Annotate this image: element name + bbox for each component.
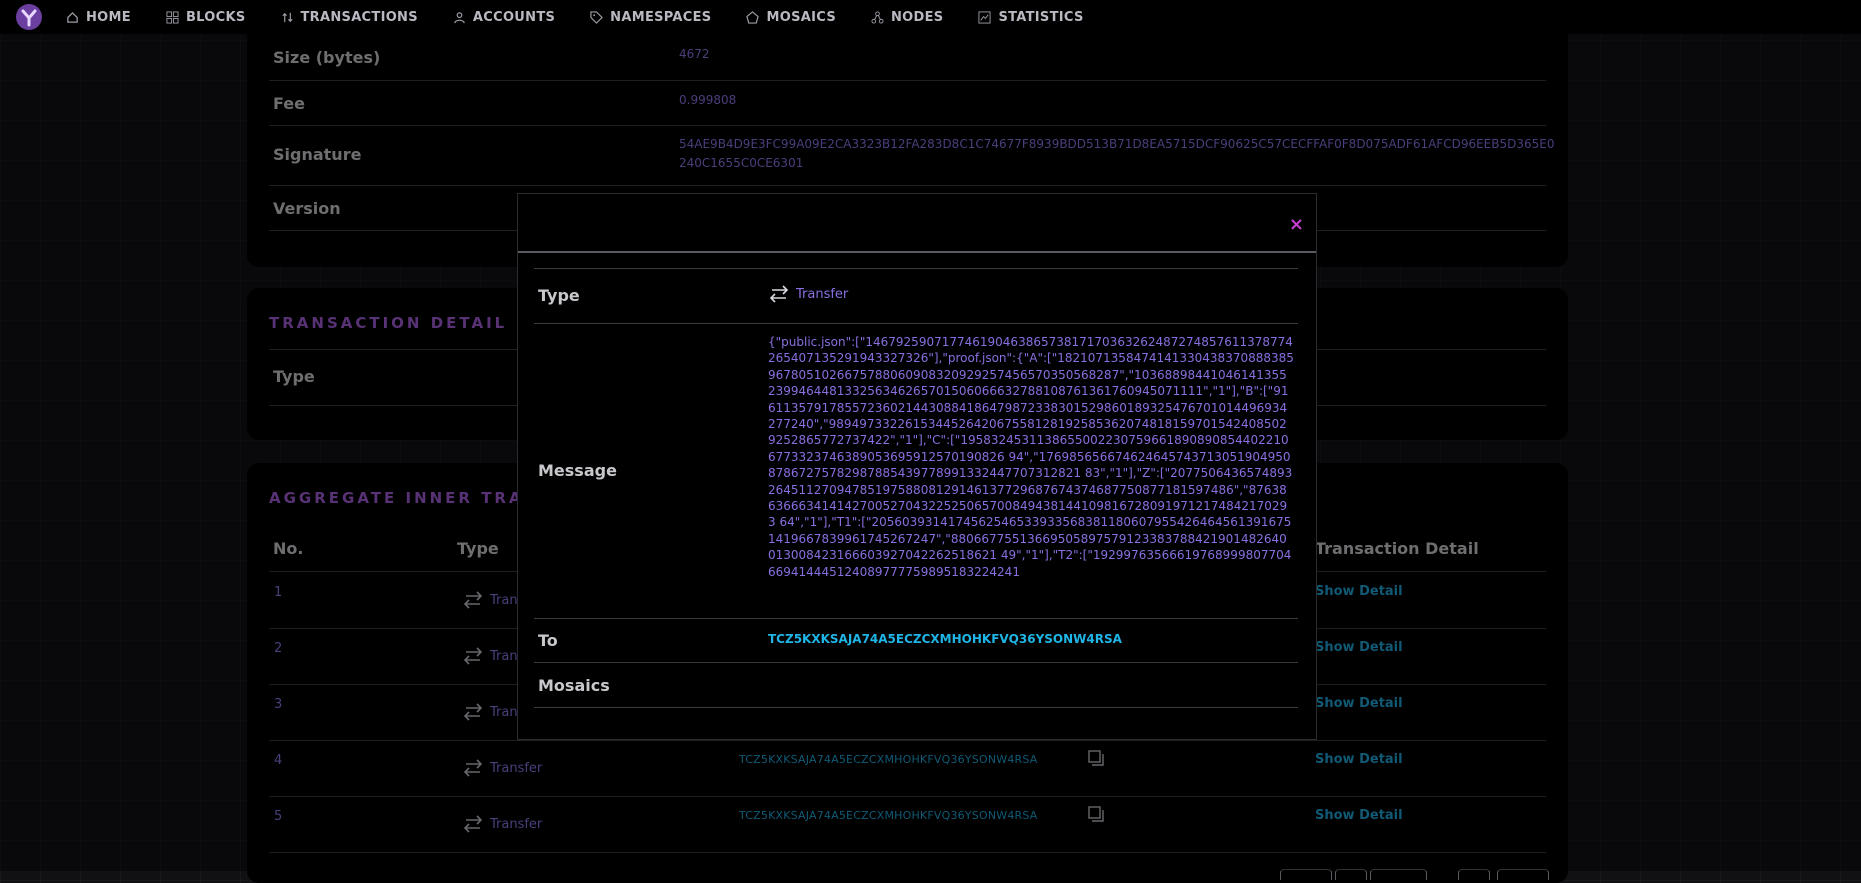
home-icon [67, 11, 78, 23]
blocks-icon [166, 10, 179, 24]
nav-mosaics[interactable]: MOSAICS [746, 10, 836, 25]
tag-icon [590, 10, 604, 24]
nav-blocks[interactable]: BLOCKS [166, 10, 246, 25]
nav-home[interactable]: HOME [66, 10, 131, 25]
modal-header: × [518, 194, 1316, 253]
account-icon [454, 11, 465, 23]
logo-icon[interactable] [14, 2, 44, 32]
nav-transactions[interactable]: TRANSACTIONS [281, 10, 418, 25]
modal-message-value: {"public.json":["14679259071774619046386… [768, 335, 1294, 579]
transactions-icon [281, 12, 293, 22]
transaction-detail-modal: × Type Transfer Message {"public.json":[… [517, 193, 1317, 740]
nav-statistics-label: STATISTICS [998, 9, 1084, 25]
divider [534, 268, 1298, 269]
modal-to-label: To [538, 631, 558, 650]
nav-accounts[interactable]: ACCOUNTS [453, 10, 555, 25]
nav-statistics[interactable]: STATISTICS [978, 10, 1083, 25]
nav-mosaics-label: MOSAICS [766, 9, 836, 25]
nodes-icon [871, 10, 884, 24]
modal-type-text: Transfer [796, 286, 849, 302]
modal-type-label: Type [538, 286, 580, 305]
chart-icon [978, 10, 991, 24]
nav-namespaces[interactable]: NAMESPACES [590, 10, 711, 25]
divider [534, 707, 1298, 708]
divider [534, 618, 1298, 619]
nav-nodes-label: NODES [890, 9, 944, 25]
transfer-icon [769, 285, 789, 303]
nav-nodes[interactable]: NODES [871, 10, 943, 25]
nav-transactions-label: TRANSACTIONS [300, 9, 418, 25]
nav-home-label: HOME [86, 9, 131, 25]
modal-message-label: Message [538, 461, 617, 480]
close-icon[interactable]: × [1289, 214, 1304, 235]
nav-blocks-label: BLOCKS [185, 9, 246, 25]
top-navigation: HOME BLOCKS TRANSACTIONS ACCOUNTS NAMESP… [0, 0, 1861, 34]
divider [534, 662, 1298, 663]
mosaic-icon [746, 10, 760, 24]
modal-type-value: Transfer [768, 285, 848, 303]
divider [534, 323, 1298, 324]
nav-accounts-label: ACCOUNTS [472, 9, 556, 25]
nav-namespaces-label: NAMESPACES [610, 9, 712, 25]
modal-recipient-address-link[interactable]: TCZ5KXKSAJA74A5ECZCXMHOHKFVQ36YSONW4RSA [768, 632, 1122, 646]
modal-mosaics-label: Mosaics [538, 676, 610, 695]
